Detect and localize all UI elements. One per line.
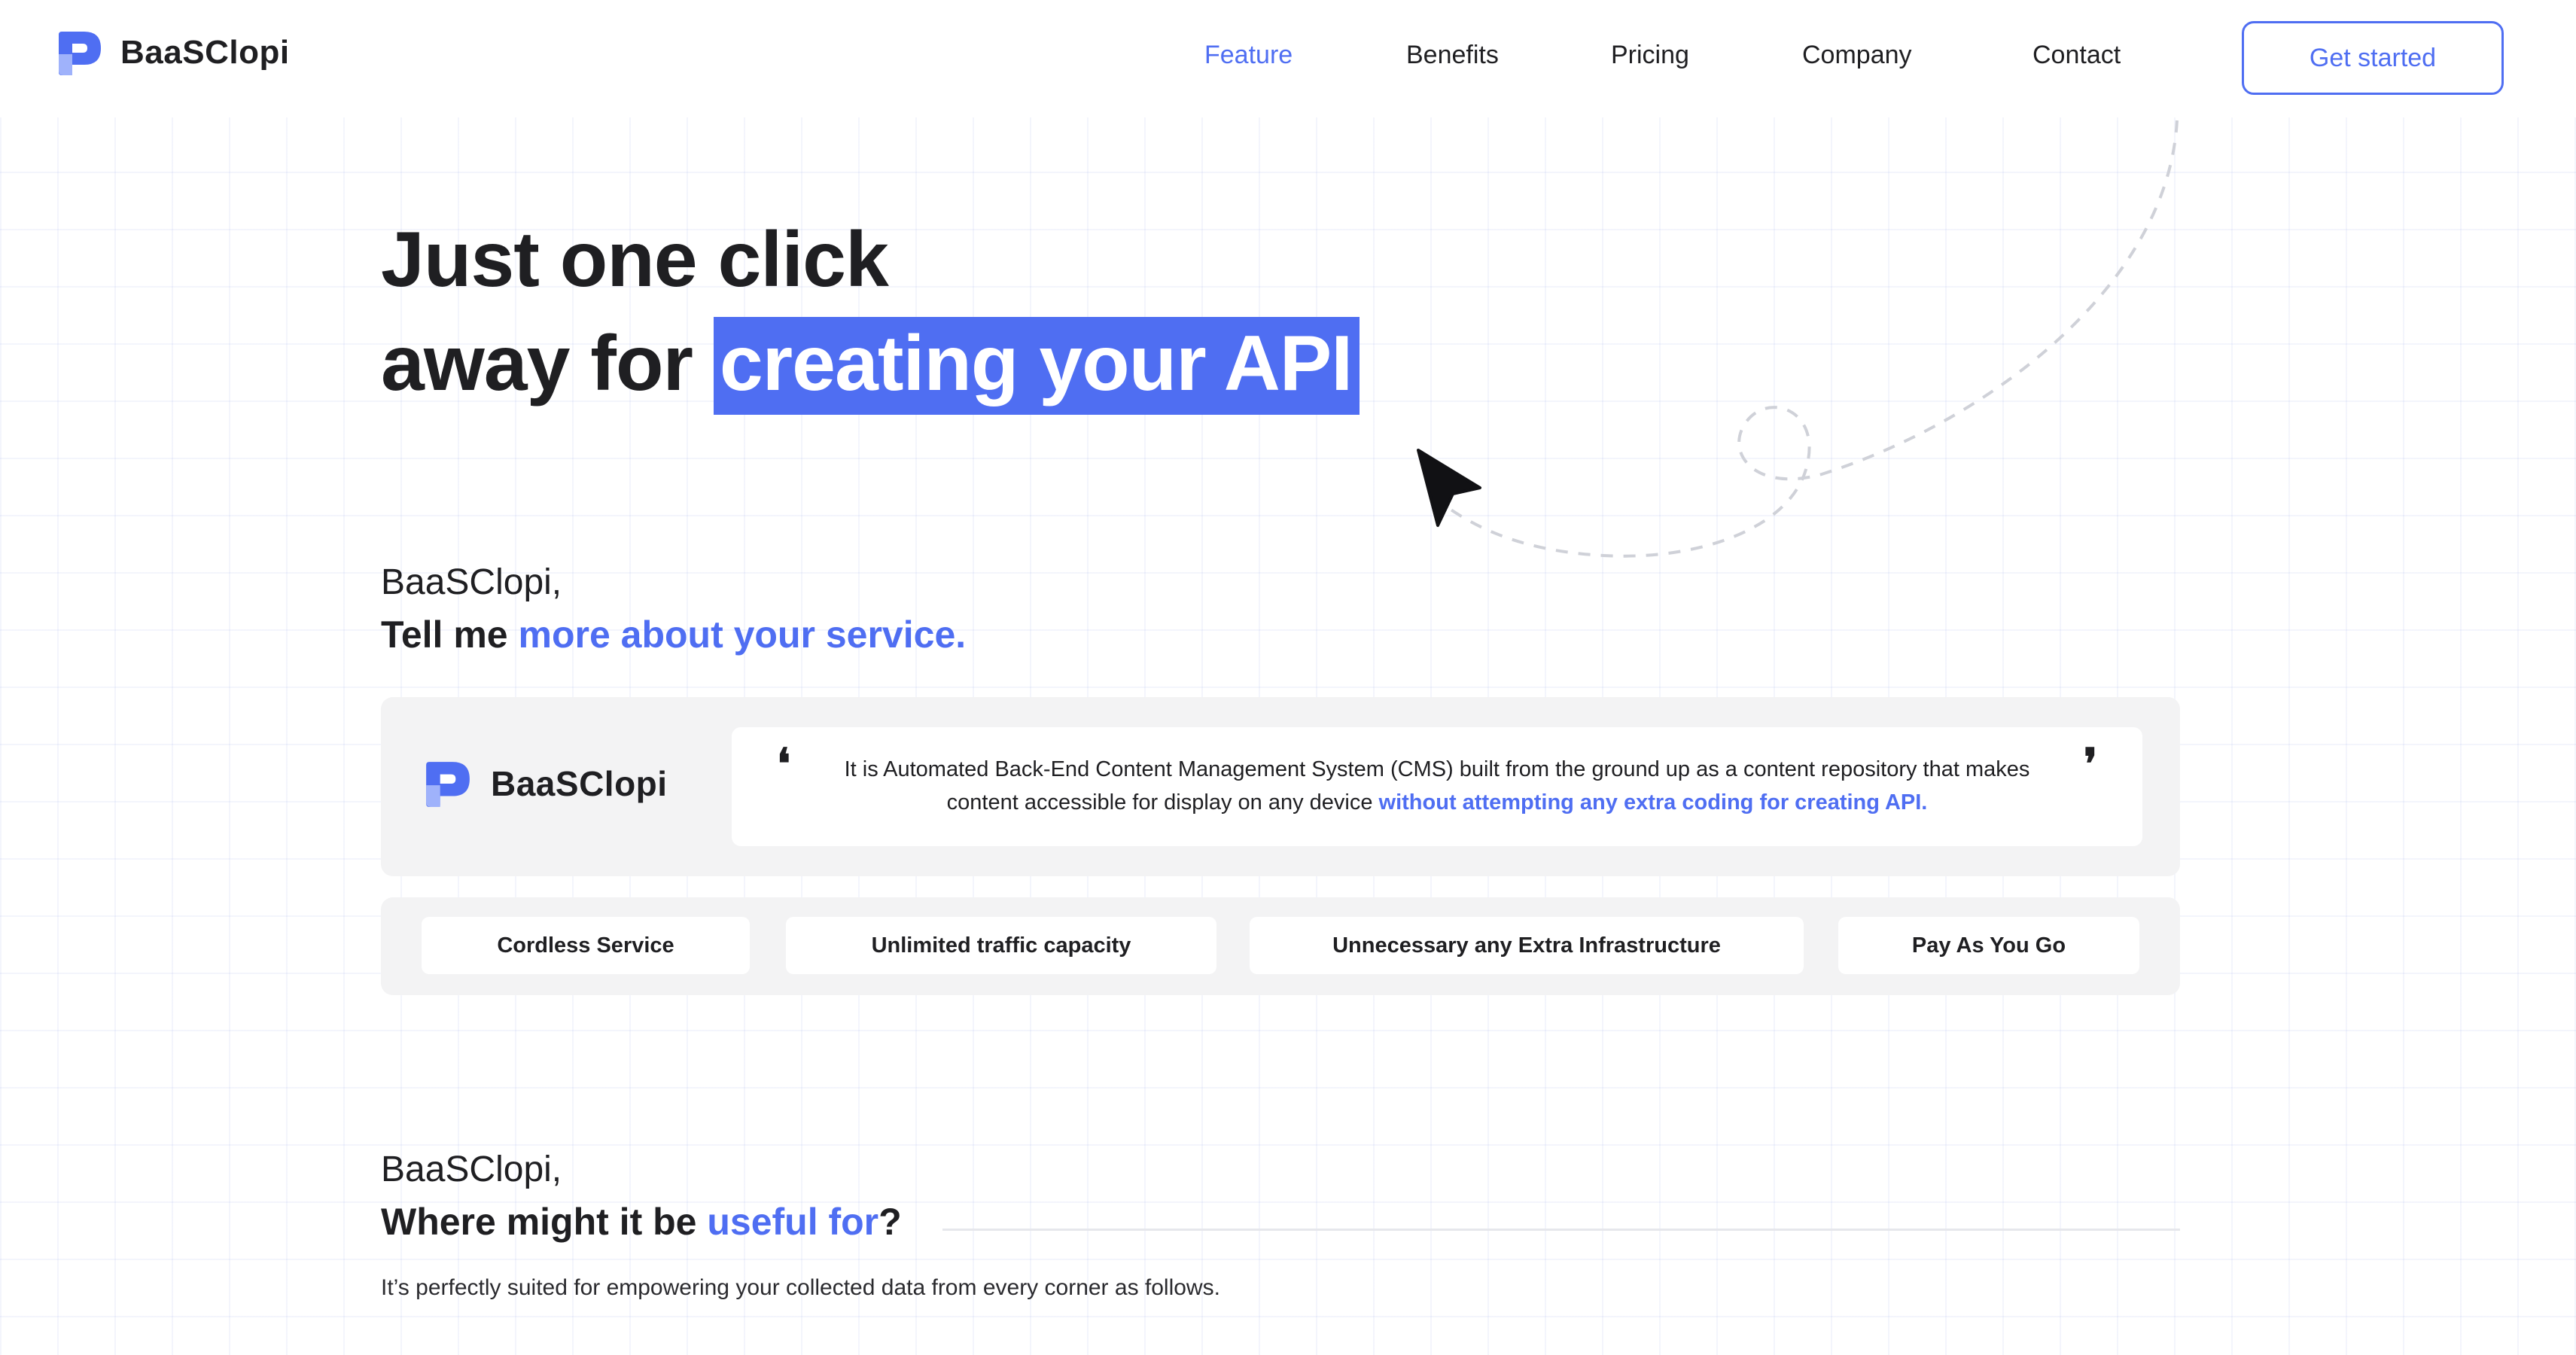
- nav-pricing[interactable]: Pricing: [1611, 41, 1689, 70]
- about-heading: Tell me more about your service.: [381, 613, 966, 656]
- section-divider: [942, 1229, 2180, 1231]
- about-heading-accent: more about your service.: [518, 614, 967, 656]
- hero-title-prefix: away for: [381, 320, 714, 407]
- nav-benefits[interactable]: Benefits: [1406, 41, 1499, 70]
- get-started-button[interactable]: Get started: [2242, 21, 2504, 95]
- use-heading-accent: useful for: [707, 1201, 879, 1243]
- brand-logo-icon: [59, 32, 101, 75]
- feature-pill: Pay As You Go: [1838, 917, 2139, 974]
- hero-title-line1: Just one click: [381, 216, 889, 303]
- open-quote-icon: ❛: [777, 739, 791, 789]
- card-brand-name: BaaSClopi: [491, 764, 668, 803]
- use-description: It’s perfectly suited for empowering you…: [381, 1275, 1220, 1300]
- arrow-cursor-icon: [1417, 449, 1481, 527]
- brand-name: BaaSClopi: [120, 34, 290, 71]
- about-card: BaaSClopi ❛ It is Automated Back-End Con…: [381, 697, 2180, 876]
- about-greeting: BaaSClopi,: [381, 562, 562, 602]
- use-heading: Where might it be useful for?: [381, 1200, 902, 1244]
- site-header: BaaSClopi Feature Benefits Pricing Compa…: [0, 0, 2576, 117]
- quote-text: It is Automated Back-End Content Managem…: [807, 753, 2067, 819]
- feature-pill: Unnecessary any Extra Infrastructure: [1250, 917, 1804, 974]
- hero-title-highlight: creating your API: [713, 317, 1360, 415]
- quote-accent: without attempting any extra coding for …: [1378, 790, 1928, 815]
- feature-pill: Cordless Service: [422, 917, 750, 974]
- use-heading-suffix: ?: [878, 1201, 902, 1243]
- use-heading-prefix: Where might it be: [381, 1201, 708, 1243]
- card-brand-logo-icon: [426, 762, 470, 807]
- features-bar: Cordless Service Unlimited traffic capac…: [381, 897, 2180, 995]
- use-greeting: BaaSClopi,: [381, 1149, 562, 1189]
- close-quote-icon: ❜: [2083, 739, 2097, 789]
- quote-box: ❛ It is Automated Back-End Content Manag…: [732, 727, 2142, 846]
- brand-logo[interactable]: BaaSClopi: [56, 29, 290, 77]
- about-heading-prefix: Tell me: [381, 614, 519, 656]
- card-brand-logo: BaaSClopi: [423, 759, 668, 808]
- nav-company[interactable]: Company: [1802, 41, 1912, 70]
- hero-title-line2: away for creating your API: [381, 317, 1360, 415]
- nav-contact[interactable]: Contact: [2032, 41, 2121, 70]
- feature-pill: Unlimited traffic capacity: [786, 917, 1216, 974]
- nav-feature[interactable]: Feature: [1204, 41, 1293, 70]
